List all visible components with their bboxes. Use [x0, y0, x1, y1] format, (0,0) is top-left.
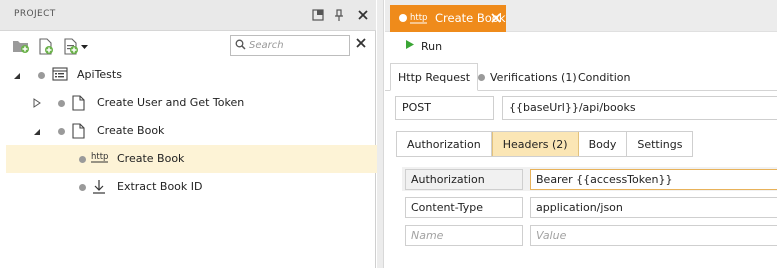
float-window-icon[interactable]	[310, 7, 326, 23]
header-name-field[interactable]: Authorization	[405, 169, 523, 190]
project-panel: PROJECT Search ApiTests Create User and …	[0, 0, 377, 268]
header-value-field[interactable]: Bearer {{accessToken}}	[530, 169, 777, 190]
url-field[interactable]: {{baseUrl}}/api/books	[502, 96, 777, 120]
collapsed-arrow-icon[interactable]	[33, 98, 43, 108]
clear-search-icon[interactable]	[356, 38, 366, 51]
http-icon: http	[410, 11, 432, 30]
tree-item-label: Create Book	[117, 152, 185, 165]
header-row[interactable]: Content-Type application/json	[402, 195, 777, 219]
tree-item-create-book-step[interactable]: http Create Book	[6, 145, 377, 173]
new-header-name-field[interactable]: Name	[405, 225, 523, 246]
status-dot	[38, 72, 45, 79]
add-folder-icon[interactable]	[12, 37, 30, 55]
tree-item-label: Create Book	[97, 124, 165, 137]
status-dot	[58, 100, 65, 107]
tree-item-label: Extract Book ID	[117, 180, 203, 193]
add-step-dropdown-icon[interactable]	[63, 37, 89, 55]
expanded-arrow-icon[interactable]	[13, 70, 23, 80]
status-dot	[79, 184, 86, 191]
extract-icon	[92, 179, 108, 195]
project-panel-header: PROJECT	[0, 0, 376, 31]
pin-icon[interactable]	[331, 7, 347, 23]
run-label: Run	[421, 39, 443, 53]
editor-panel: http Create Book Run Http Request Verifi…	[385, 0, 777, 268]
tab-http-request[interactable]: Http Request	[390, 63, 479, 91]
run-button[interactable]: Run	[399, 39, 442, 53]
svg-text:http: http	[410, 13, 427, 23]
tab-label: Http Request	[398, 70, 471, 84]
tab-verifications[interactable]: Verifications (1)	[478, 63, 577, 91]
header-value-field[interactable]: application/json	[530, 197, 777, 218]
close-panel-icon[interactable]	[355, 7, 371, 23]
play-icon	[405, 39, 415, 53]
api-suite-icon	[52, 67, 68, 83]
search-icon	[235, 39, 246, 53]
tab-label: Condition	[578, 70, 631, 84]
run-toolbar: Run	[385, 33, 777, 61]
request-sub-tabs: Authorization Headers (2) Body Settings	[396, 131, 694, 157]
tab-body[interactable]: Body	[579, 132, 628, 156]
tree-item-create-book-test[interactable]: Create Book	[6, 117, 377, 145]
tree-item-extract-book-id[interactable]: Extract Book ID	[6, 173, 377, 201]
new-header-value-field[interactable]: Value	[530, 225, 777, 246]
status-dot	[478, 73, 485, 81]
tree-item-apitests[interactable]: ApiTests	[6, 61, 377, 89]
svg-text:http: http	[91, 152, 108, 162]
close-tab-icon[interactable]	[491, 13, 501, 26]
document-icon	[72, 95, 88, 111]
search-input[interactable]	[249, 40, 349, 51]
tab-label: Verifications (1)	[490, 70, 577, 84]
status-dot	[79, 156, 86, 163]
method-field[interactable]: POST	[395, 96, 494, 120]
tab-create-book[interactable]: http Create Book	[390, 5, 506, 32]
request-tabs: Http Request Verifications (1) Condition	[385, 63, 777, 91]
http-icon: http	[91, 150, 108, 166]
tree-item-label: ApiTests	[77, 68, 122, 81]
tab-headers[interactable]: Headers (2)	[491, 132, 579, 156]
tree-item-label: Create User and Get Token	[97, 96, 245, 109]
search-box[interactable]	[230, 35, 350, 56]
document-icon	[72, 123, 88, 139]
status-dot	[399, 14, 407, 22]
tab-authorization[interactable]: Authorization	[397, 132, 492, 156]
tab-settings[interactable]: Settings	[627, 132, 692, 156]
tab-condition[interactable]: Condition	[578, 63, 631, 91]
status-dot	[58, 128, 65, 135]
header-name-field[interactable]: Content-Type	[405, 197, 523, 218]
new-header-row[interactable]: Name Value	[402, 223, 777, 247]
panel-splitter[interactable]	[377, 0, 384, 268]
tree-item-create-user-and-get-token[interactable]: Create User and Get Token	[6, 89, 377, 117]
panel-title: PROJECT	[14, 9, 56, 19]
expanded-arrow-icon[interactable]	[33, 126, 43, 136]
header-row[interactable]: Authorization Bearer {{accessToken}}	[402, 167, 777, 191]
add-test-icon[interactable]	[38, 37, 54, 55]
document-tab-strip: http Create Book	[385, 0, 777, 32]
